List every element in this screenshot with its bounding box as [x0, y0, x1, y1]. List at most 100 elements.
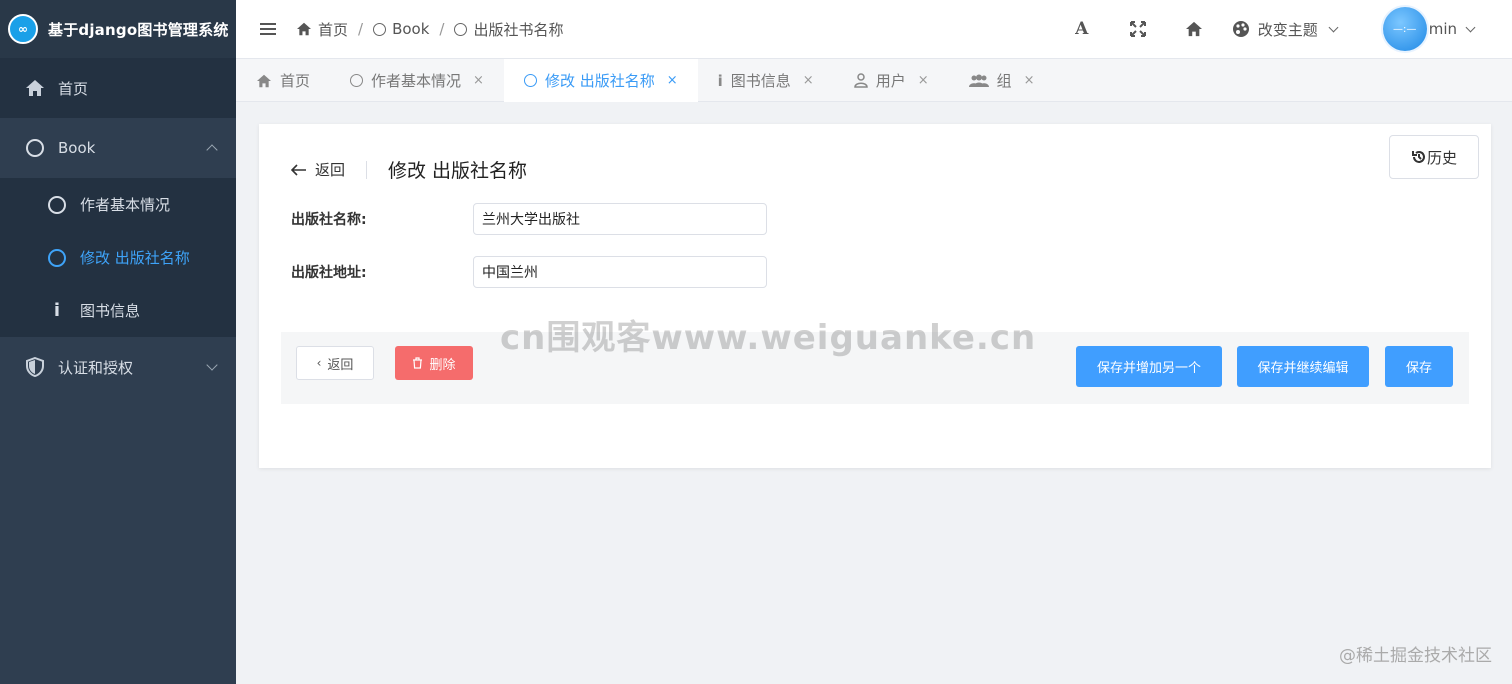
- tab-groups[interactable]: 组 ×: [949, 59, 1055, 102]
- publisher-address-input[interactable]: [473, 256, 767, 288]
- home-icon: [257, 74, 271, 87]
- users-icon: [968, 74, 989, 87]
- watermark: cn围观客www.weiguanke.cn: [500, 318, 1037, 358]
- breadcrumb-current: 出版社书名称: [454, 19, 564, 40]
- tab-label: 用户: [875, 72, 906, 90]
- tab-bar: 首页 作者基本情况 × 修改 出版社名称 × i 图书信息 × 用户 × 组 ×: [236, 58, 1512, 102]
- chevron-down-icon: [1328, 22, 1339, 32]
- sidebar-item-book[interactable]: Book: [0, 118, 236, 178]
- info-icon: i: [53, 300, 61, 321]
- tab-label: 作者基本情况: [371, 72, 462, 90]
- breadcrumb-separator: /: [358, 20, 364, 38]
- close-icon[interactable]: ×: [803, 73, 814, 88]
- form-row-address: 出版社地址:: [291, 256, 767, 288]
- back-button[interactable]: ‹ 返回: [296, 346, 374, 380]
- font-size-icon[interactable]: A: [1054, 19, 1110, 39]
- tab-label: 修改 出版社名称: [544, 72, 655, 90]
- tab-label: 图书信息: [730, 72, 791, 90]
- sidebar: ∞ 基于django图书管理系统 首页 Book 作者基本情况 修改 出版社名称…: [0, 0, 236, 684]
- tab-author[interactable]: 作者基本情况 ×: [330, 59, 504, 102]
- home-icon: [297, 22, 311, 36]
- save-continue-button[interactable]: 保存并继续编辑: [1237, 346, 1369, 387]
- logo-icon: ∞: [8, 14, 38, 44]
- book-submenu: 作者基本情况 修改 出版社名称 i 图书信息: [0, 178, 236, 337]
- shield-icon: [24, 356, 46, 378]
- home-icon: [24, 77, 46, 99]
- circle-icon: [523, 74, 537, 87]
- tab-users[interactable]: 用户 ×: [834, 59, 949, 102]
- breadcrumb-home[interactable]: 首页: [296, 19, 348, 40]
- user-name: min: [1428, 20, 1457, 38]
- theme-label: 改变主题: [1257, 20, 1318, 39]
- trash-icon: [413, 357, 423, 369]
- history-button[interactable]: 历史: [1389, 135, 1479, 179]
- tab-label: 组: [996, 72, 1012, 90]
- arrow-left-icon: [291, 163, 306, 176]
- edit-form-card: 历史 返回 修改 出版社名称 出版社名称: 出版社地址: ‹ 返回 删除 保存并…: [259, 124, 1491, 468]
- tab-home[interactable]: 首页: [236, 59, 330, 102]
- sidebar-item-label: Book: [58, 139, 96, 157]
- sidebar-item-label: 首页: [58, 79, 89, 98]
- breadcrumb-label: 出版社书名称: [473, 20, 564, 39]
- sidebar-item-home[interactable]: 首页: [0, 58, 236, 118]
- save-button[interactable]: 保存: [1385, 346, 1453, 387]
- user-menu[interactable]: —:— min: [1382, 7, 1476, 51]
- save-add-another-button[interactable]: 保存并增加另一个: [1076, 346, 1222, 387]
- chevron-down-icon: [1465, 22, 1476, 32]
- circle-icon: [24, 137, 46, 159]
- breadcrumb-separator: /: [439, 20, 445, 38]
- breadcrumb-label: Book: [392, 20, 430, 38]
- sidebar-item-label: 作者基本情况: [80, 196, 171, 214]
- publisher-name-label: 出版社名称:: [291, 212, 367, 228]
- tab-publisher[interactable]: 修改 出版社名称 ×: [503, 59, 698, 102]
- chevron-left-icon: ‹: [316, 356, 322, 370]
- divider: [366, 160, 368, 179]
- avatar: —:—: [1382, 7, 1427, 51]
- breadcrumb-book[interactable]: Book: [373, 20, 429, 38]
- sidebar-item-publisher[interactable]: 修改 出版社名称: [0, 231, 236, 284]
- footer-watermark: @稀土掘金技术社区: [1339, 646, 1492, 666]
- circle-icon: [46, 194, 68, 216]
- user-icon: [853, 73, 868, 88]
- theme-switcher[interactable]: 改变主题: [1232, 19, 1339, 40]
- logo[interactable]: ∞ 基于django图书管理系统: [0, 0, 236, 58]
- chevron-down-icon: [206, 359, 218, 371]
- back-button-label: 返回: [327, 357, 354, 373]
- history-label: 历史: [1426, 148, 1457, 167]
- back-label: 返回: [315, 161, 346, 179]
- page-title: 修改 出版社名称: [388, 160, 528, 182]
- sidebar-item-auth[interactable]: 认证和授权: [0, 337, 236, 397]
- app-title: 基于django图书管理系统: [48, 20, 229, 39]
- sidebar-item-label: 图书信息: [80, 302, 141, 320]
- sidebar-item-bookinfo[interactable]: i 图书信息: [0, 284, 236, 337]
- breadcrumb-label: 首页: [318, 20, 349, 39]
- info-icon: i: [717, 71, 723, 90]
- close-icon[interactable]: ×: [1024, 73, 1035, 88]
- menu-toggle-icon[interactable]: [260, 20, 276, 38]
- form-row-name: 出版社名称:: [291, 203, 767, 235]
- tab-bookinfo[interactable]: i 图书信息 ×: [698, 59, 834, 102]
- sidebar-item-label: 认证和授权: [58, 358, 134, 377]
- sidebar-item-author[interactable]: 作者基本情况: [0, 178, 236, 231]
- delete-button-label: 删除: [429, 357, 456, 373]
- publisher-address-label: 出版社地址:: [291, 265, 367, 281]
- close-icon[interactable]: ×: [473, 73, 484, 88]
- close-icon[interactable]: ×: [667, 73, 678, 88]
- history-icon: [1411, 151, 1425, 163]
- sidebar-item-label: 修改 出版社名称: [80, 249, 190, 267]
- circle-icon: [454, 22, 468, 36]
- publisher-name-input[interactable]: [473, 203, 767, 235]
- circle-icon: [373, 22, 387, 36]
- breadcrumb: 首页 / Book / 出版社书名称: [296, 19, 564, 40]
- circle-icon: [350, 74, 364, 87]
- page-header: 返回 修改 出版社名称: [291, 156, 527, 183]
- header-tools: A 改变主题 —:— min: [1054, 0, 1512, 58]
- home-icon[interactable]: [1166, 21, 1222, 37]
- back-link[interactable]: 返回: [291, 159, 345, 180]
- fullscreen-icon[interactable]: [1110, 21, 1166, 37]
- palette-icon: [1232, 21, 1249, 37]
- close-icon[interactable]: ×: [918, 73, 929, 88]
- chevron-up-icon: [206, 144, 218, 156]
- tab-label: 首页: [280, 72, 311, 90]
- delete-button[interactable]: 删除: [395, 346, 473, 380]
